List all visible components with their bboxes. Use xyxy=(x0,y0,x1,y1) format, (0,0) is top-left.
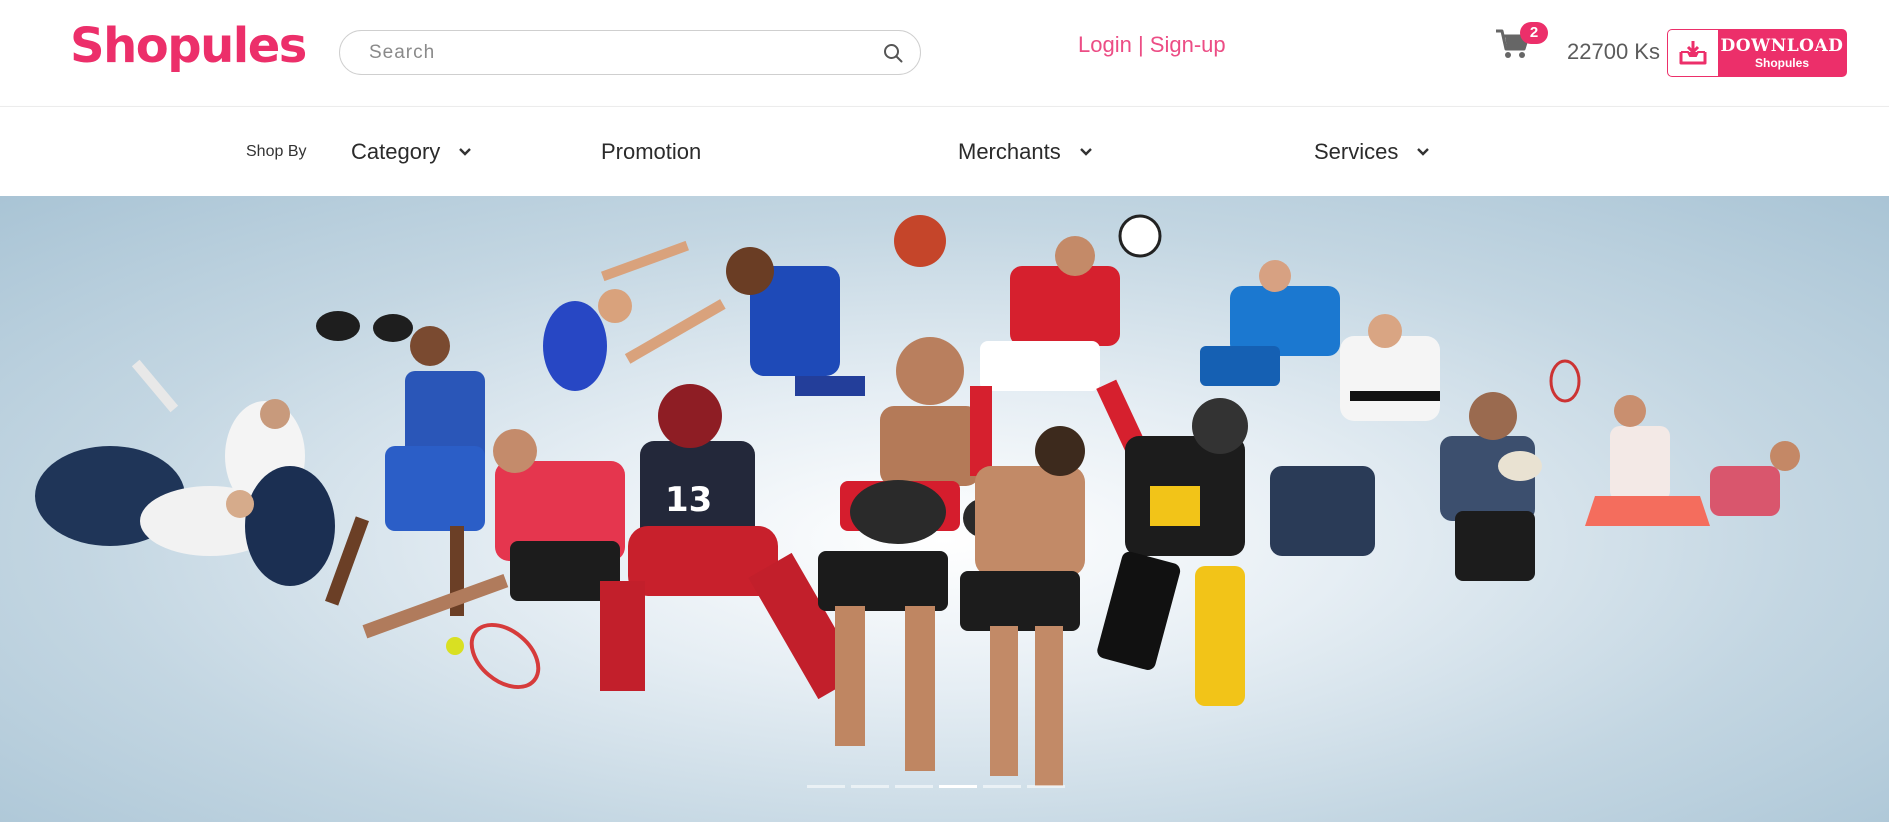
nav-merchants-label: Merchants xyxy=(958,139,1061,164)
auth-separator: | xyxy=(1131,32,1150,57)
nav-category-label: Category xyxy=(351,139,441,164)
gymnast-figure xyxy=(543,240,726,391)
judo-athletes-figure xyxy=(35,359,335,586)
nav-category[interactable]: Category xyxy=(351,139,472,165)
carousel-dot[interactable] xyxy=(939,785,977,788)
athletes-collage-image: 13 xyxy=(35,214,1800,786)
search-input[interactable] xyxy=(369,41,882,64)
chevron-down-icon xyxy=(1417,148,1430,156)
download-sublabel: Shopules xyxy=(1754,55,1809,70)
auth-links: Login | Sign-up xyxy=(1078,32,1226,58)
chevron-down-icon xyxy=(459,148,472,156)
shirtless-boxer-figure xyxy=(960,426,1085,786)
download-text: DOWNLOAD Shopules xyxy=(1718,35,1846,70)
cart-count-badge: 2 xyxy=(1520,22,1548,44)
nav-merchants[interactable]: Merchants xyxy=(958,139,1093,165)
download-app-button[interactable]: DOWNLOAD Shopules xyxy=(1667,29,1847,77)
football-player-figure: 13 xyxy=(600,384,862,700)
carousel-dot[interactable] xyxy=(807,785,845,788)
site-header: Shopules Login | Sign-up 2 22700 Ks xyxy=(0,0,1889,106)
nav-promotion[interactable]: Promotion xyxy=(601,139,701,165)
karate-figure xyxy=(1340,314,1440,421)
search-icon[interactable] xyxy=(882,42,904,64)
badminton-players-figure xyxy=(1549,359,1800,526)
nav-services-label: Services xyxy=(1314,139,1399,164)
nav-services[interactable]: Services xyxy=(1314,139,1430,165)
hero-banner[interactable]: 13 xyxy=(0,196,1889,822)
download-icon-box xyxy=(1668,30,1718,76)
signup-link[interactable]: Sign-up xyxy=(1150,32,1226,57)
carousel-dot[interactable] xyxy=(983,785,1021,788)
main-nav: Shop By Category Promotion Merchants Ser… xyxy=(0,106,1889,196)
youth-soccer-figure xyxy=(1200,260,1340,386)
carousel-dot[interactable] xyxy=(851,785,889,788)
hockey-player-figure xyxy=(1097,398,1248,706)
chevron-down-icon xyxy=(1079,148,1092,156)
shop-by-label: Shop By xyxy=(246,143,307,160)
wallet-balance: 22700 Ks xyxy=(1567,39,1660,64)
svg-text:13: 13 xyxy=(665,480,712,520)
boxer-blue-figure xyxy=(316,311,485,616)
carousel-dot[interactable] xyxy=(1027,785,1065,788)
download-tray-icon xyxy=(1679,41,1707,65)
carousel-indicators xyxy=(807,785,1065,788)
search-bar[interactable] xyxy=(339,30,921,75)
download-label: DOWNLOAD xyxy=(1720,35,1844,56)
logo-smile-icon xyxy=(70,52,114,82)
nav-promotion-label: Promotion xyxy=(601,139,702,164)
login-link[interactable]: Login xyxy=(1078,32,1132,57)
carousel-dot[interactable] xyxy=(895,785,933,788)
